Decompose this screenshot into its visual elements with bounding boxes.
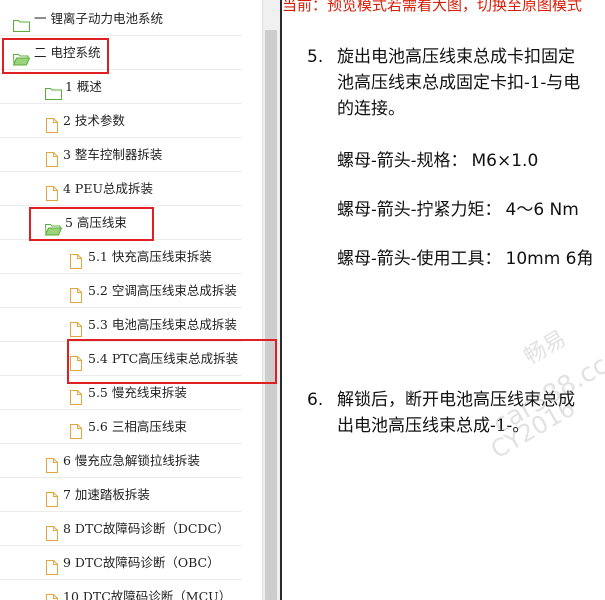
folder-icon [45, 79, 62, 100]
spec-label: 螺母-箭头-拧紧力矩： [337, 200, 502, 220]
step-5-line-1: 旋出电池高压线束总成卡扣固定 [337, 47, 575, 67]
document-icon [70, 248, 82, 269]
tree-item-overview[interactable]: 1 概述 [0, 70, 242, 104]
tree-item-tech-params[interactable]: 2 技术参数 [0, 104, 242, 138]
spec-tool: 螺母-箭头-使用工具： 10mm 6角 [337, 244, 593, 269]
tree-item-ac-harness[interactable]: 5.2 空调高压线束总成拆装 [0, 274, 242, 308]
tree-item-dtc-obc[interactable]: 9 DTC故障码诊断（OBC） [0, 546, 242, 580]
spec-torque: 螺母-箭头-拧紧力矩： 4～6 Nm [337, 195, 579, 220]
tree-item-label: 4 PEU总成拆装 [63, 181, 153, 196]
folder-icon [13, 11, 30, 32]
tree-item-dtc-dcdc[interactable]: 8 DTC故障码诊断（DCDC） [0, 512, 242, 546]
tree-item-label: 6 慢充应急解锁拉线拆装 [63, 453, 200, 468]
step-5-line-3: 的连接。 [337, 99, 405, 119]
tree-item-label: 3 整车控制器拆装 [63, 147, 163, 162]
tree-item-label: 5.4 PTC高压线束总成拆装 [88, 351, 239, 366]
tree-item-battery-harness[interactable]: 5.3 电池高压线束总成拆装 [0, 308, 242, 342]
document-icon [70, 418, 82, 439]
document-icon [46, 554, 58, 575]
tree-item-label: 5.6 三相高压线束 [88, 419, 187, 434]
navigation-tree: 一 锂离子动力电池系统 二 电控系统 1 概述 2 技术参数 3 整车控制器拆装… [0, 0, 263, 600]
document-icon [46, 180, 58, 201]
tree-item-dtc-mcu[interactable]: 10 DTC故障码诊断（MCU） [0, 580, 242, 600]
watermark: 畅易 [519, 326, 571, 370]
tree-item-accelerator-pedal[interactable]: 7 加速踏板拆装 [0, 478, 242, 512]
tree-item-fast-charge-harness[interactable]: 5.1 快充高压线束拆装 [0, 240, 242, 274]
spec-label: 螺母-箭头-使用工具： [337, 249, 502, 269]
tree-item-ptc-harness[interactable]: 5.4 PTC高压线束总成拆装 [0, 342, 242, 376]
tree-item-label: 10 DTC故障码诊断（MCU） [63, 589, 232, 600]
document-icon [46, 452, 58, 473]
tree-item-label: 5.1 快充高压线束拆装 [88, 249, 212, 264]
tree-item-label: 一 锂离子动力电池系统 [34, 11, 163, 26]
document-icon [46, 588, 58, 600]
spec-label: 螺母-箭头-规格： [337, 151, 468, 171]
spec-value: 4～6 Nm [505, 200, 579, 220]
folder-open-icon [44, 215, 63, 236]
spec-nut-size: 螺母-箭头-规格： M6×1.0 [337, 146, 538, 171]
tree-item-label: 5 高压线束 [65, 215, 127, 230]
tree-item-slow-charge-harness[interactable]: 5.5 慢充线束拆装 [0, 376, 242, 410]
tree-scrollbar[interactable] [262, 0, 280, 600]
step-6-line-1: 解锁后，断开电池高压线束总成 [337, 390, 575, 410]
scrollbar-thumb[interactable] [265, 30, 277, 600]
document-icon [70, 384, 82, 405]
tree-item-label: 7 加速踏板拆装 [63, 487, 150, 502]
document-content: 当前：预览模式若需看大图，切换至原图模式 5. 旋出电池高压线束总成卡扣固定 池… [282, 0, 605, 600]
tree-item-label: 5.3 电池高压线束总成拆装 [88, 317, 237, 332]
tree-item-emergency-unlock[interactable]: 6 慢充应急解锁拉线拆装 [0, 444, 242, 478]
tree-item-three-phase-harness[interactable]: 5.6 三相高压线束 [0, 410, 242, 444]
document-icon [46, 146, 58, 167]
step-6-line-2: 出电池高压线束总成-1-。 [337, 416, 530, 436]
document-icon [46, 520, 58, 541]
document-icon [70, 350, 82, 371]
tree-item-label: 二 电控系统 [34, 45, 101, 60]
tree-item-peu[interactable]: 4 PEU总成拆装 [0, 172, 242, 206]
spec-value: 10mm 6角 [505, 249, 594, 269]
tree-item-battery-system[interactable]: 一 锂离子动力电池系统 [0, 2, 242, 36]
document-icon [70, 316, 82, 337]
tree-item-label: 5.5 慢充线束拆装 [88, 385, 187, 400]
tree-item-label: 1 概述 [65, 79, 102, 94]
tree-item-electronic-control[interactable]: 二 电控系统 [0, 36, 242, 70]
tree-item-label: 8 DTC故障码诊断（DCDC） [63, 521, 230, 536]
preview-mode-notice: 当前：预览模式若需看大图，切换至原图模式 [282, 0, 583, 14]
document-icon [70, 282, 82, 303]
document-icon [46, 112, 58, 133]
tree-item-label: 9 DTC故障码诊断（OBC） [63, 555, 220, 570]
step-5-line-2: 池高压线束总成固定卡扣-1-与电 [337, 73, 581, 93]
step-number: 5. [307, 47, 324, 67]
tree-item-hv-harness[interactable]: 5 高压线束 [0, 206, 242, 240]
tree-item-label: 2 技术参数 [63, 113, 125, 128]
folder-open-icon [12, 45, 31, 66]
tree-item-label: 5.2 空调高压线束总成拆装 [88, 283, 237, 298]
spec-value: M6×1.0 [471, 151, 539, 171]
tree-item-vcu[interactable]: 3 整车控制器拆装 [0, 138, 242, 172]
document-icon [46, 486, 58, 507]
step-number: 6. [307, 390, 324, 410]
